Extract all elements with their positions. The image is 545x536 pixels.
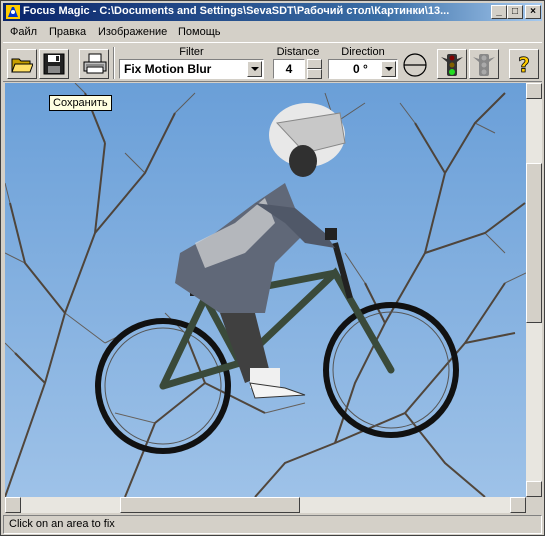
menu-help[interactable]: Помощь: [178, 26, 221, 38]
filter-label: Filter: [179, 46, 204, 58]
chevron-down-icon[interactable]: [381, 61, 396, 77]
title-bar[interactable]: Focus Magic - C:\Documents and Settings\…: [3, 3, 542, 21]
direction-dial-icon[interactable]: [402, 52, 428, 78]
close-button[interactable]: ×: [525, 5, 541, 19]
scroll-right-icon[interactable]: [510, 497, 526, 513]
window-title: Focus Magic - C:\Documents and Settings\…: [23, 5, 450, 17]
status-text: Click on an area to fix: [9, 518, 115, 530]
stepper-down-icon[interactable]: [307, 69, 322, 79]
menu-edit[interactable]: Правка: [49, 26, 86, 38]
save-button[interactable]: [39, 49, 69, 79]
menu-file[interactable]: Файл: [10, 26, 37, 38]
distance-label: Distance: [276, 46, 320, 58]
scroll-up-icon[interactable]: [526, 83, 542, 99]
distance-input[interactable]: 4: [273, 59, 305, 79]
image-view[interactable]: [5, 83, 542, 513]
filter-select-value: Fix Motion Blur: [124, 62, 212, 76]
toolbar-separator: [113, 47, 115, 79]
direction-select[interactable]: 0 °: [328, 59, 398, 79]
direction-label: Direction: [341, 46, 385, 58]
print-button[interactable]: [79, 49, 109, 79]
vertical-scroll-thumb[interactable]: [526, 163, 542, 323]
bmx-rider-photo: [5, 83, 526, 497]
scrollbar-corner: [526, 497, 542, 513]
stepper-up-icon[interactable]: [307, 59, 322, 69]
menu-bar: Файл Правка Изображение Помощь: [3, 23, 542, 41]
status-bar: Click on an area to fix: [3, 515, 542, 534]
focus-magic-app-icon: [6, 5, 20, 19]
printer-icon: [83, 53, 107, 74]
direction-select-value: 0 °: [353, 62, 368, 76]
horizontal-scroll-thumb[interactable]: [120, 497, 300, 513]
svg-text:?: ?: [518, 53, 530, 75]
traffic-light-green-icon: [441, 54, 463, 76]
filter-select[interactable]: Fix Motion Blur: [119, 59, 264, 79]
distance-value: 4: [285, 62, 293, 76]
floppy-disk-icon: [43, 53, 65, 75]
distance-stepper[interactable]: [307, 59, 322, 79]
help-question-icon: ?: [518, 53, 530, 75]
stop-button[interactable]: [469, 49, 499, 79]
chevron-down-icon[interactable]: [247, 61, 262, 77]
app-window: Focus Magic - C:\Documents and Settings\…: [0, 0, 545, 536]
folder-open-icon: [11, 58, 33, 73]
go-button[interactable]: [437, 49, 467, 79]
vertical-scrollbar[interactable]: [526, 83, 542, 497]
horizontal-scrollbar[interactable]: [5, 497, 526, 513]
open-button[interactable]: [7, 49, 37, 79]
maximize-button[interactable]: □: [507, 5, 523, 19]
traffic-light-gray-icon: [473, 54, 495, 76]
save-tooltip: Сохранить: [49, 95, 112, 111]
scroll-left-icon[interactable]: [5, 497, 21, 513]
minimize-button[interactable]: _: [491, 5, 507, 19]
scroll-down-icon[interactable]: [526, 481, 542, 497]
help-button[interactable]: ?: [509, 49, 539, 79]
menu-image[interactable]: Изображение: [98, 26, 167, 38]
toolbar: Filter Fix Motion Blur Distance 4 Direct…: [3, 42, 542, 82]
